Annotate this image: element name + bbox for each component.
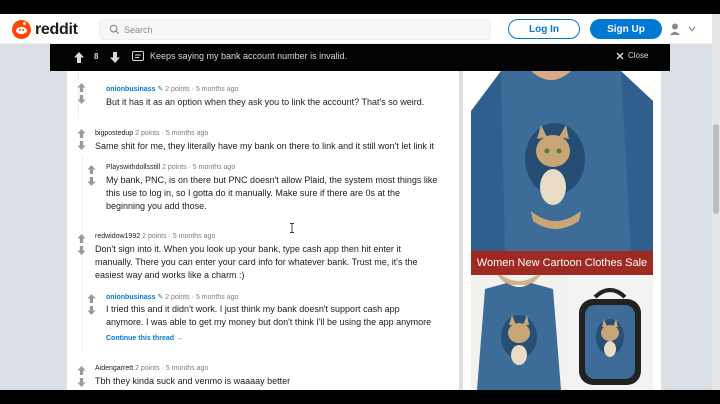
downvote-arrow-icon[interactable] [77, 246, 86, 255]
comment-text: manually. There you can enter your card … [95, 257, 418, 267]
comment-author[interactable]: Playswithdollsstill [106, 164, 160, 171]
comment-author[interactable]: onionbusinass [106, 86, 155, 93]
pencil-icon: ✎ [157, 86, 164, 93]
comment-points: 2 points [165, 86, 190, 93]
user-menu-dropdown[interactable] [668, 22, 698, 36]
upvote-arrow-icon[interactable] [77, 129, 86, 138]
text-cursor-icon [290, 223, 294, 233]
upvote-arrow-icon[interactable] [87, 165, 96, 174]
comment-time[interactable]: 5 months ago [196, 86, 238, 93]
comment-time[interactable]: 5 months ago [166, 365, 208, 372]
comment-text: this use to log in, so I gotta do it man… [106, 188, 400, 198]
search-bar[interactable] [99, 19, 491, 40]
comment: redwidow1992 2 points · 5 months ago Don… [77, 233, 457, 293]
downvote-arrow-icon[interactable] [110, 52, 120, 63]
close-label: Close [628, 51, 649, 60]
comment: Aidengarrett 2 points · 5 months ago Tbh… [77, 365, 457, 390]
comment-text: anymore. I was able to get my money but … [106, 317, 432, 327]
comment-text: Tbh they kinda suck and venmo is waaaay … [95, 376, 291, 386]
comment-time[interactable]: 5 months ago [166, 130, 208, 137]
upvote-arrow-icon[interactable] [87, 294, 96, 303]
comment-points: 2 points [142, 233, 167, 240]
comment-time[interactable]: 5 months ago [193, 164, 235, 171]
comment-time[interactable]: 5 months ago [196, 294, 238, 301]
search-icon [109, 24, 120, 35]
comments-panel: onionbusinass ✎ 2 points · 5 months ago … [67, 71, 459, 390]
comment-author[interactable]: onionbusinass [106, 294, 155, 301]
comment-points: 2 points [162, 164, 187, 171]
post-title: Keeps saying my bank account number is i… [150, 51, 348, 61]
comment-text: My bank, PNC, is on there but PNC doesn'… [106, 175, 438, 185]
page-scrollbar[interactable] [712, 14, 720, 390]
ad-image-tshirt[interactable] [471, 275, 567, 390]
close-icon [616, 52, 624, 59]
comment: onionbusinass ✎ 2 points · 5 months ago … [77, 71, 457, 111]
downvote-arrow-icon[interactable] [77, 95, 86, 104]
continue-thread-link[interactable]: Continue this thread → [106, 335, 183, 342]
close-button[interactable]: Close [616, 51, 648, 60]
comment: Playswithdollsstill 2 points · 5 months … [77, 164, 457, 224]
scrollbar-thumb[interactable] [713, 124, 719, 214]
post-vote-count: 8 [94, 52, 99, 61]
comment-author[interactable]: Aidengarrett [95, 365, 133, 372]
comment-text: Same shit for me, they literally have my… [95, 141, 434, 151]
comment-points: 2 points [135, 130, 160, 137]
comment: onionbusinass ✎ 2 points · 5 months ago … [77, 293, 457, 353]
text-post-icon [132, 51, 144, 61]
search-input[interactable] [124, 22, 484, 37]
comment-points: 2 points [165, 294, 190, 301]
upvote-arrow-icon[interactable] [77, 234, 86, 243]
comment-author[interactable]: redwidow1992 [95, 233, 140, 240]
upvote-arrow-icon[interactable] [77, 366, 86, 375]
comment-text: beginning you add those. [106, 201, 207, 211]
downvote-arrow-icon[interactable] [77, 141, 86, 150]
comment-time[interactable]: 5 months ago [173, 233, 215, 240]
downvote-arrow-icon[interactable] [87, 306, 96, 315]
comment-author[interactable]: bigpostedup [95, 130, 133, 137]
comment-points: 2 points [135, 365, 160, 372]
upvote-arrow-icon[interactable] [74, 52, 84, 63]
continue-thread-label: Continue this thread [106, 335, 175, 342]
ad-image-sweatshirt[interactable] [471, 71, 653, 251]
pencil-icon: ✎ [157, 294, 164, 301]
reddit-logo-icon[interactable] [12, 20, 31, 39]
sweatshirt-cat-illustration [471, 71, 653, 251]
comment-text: Don't sign into it. When you look up you… [95, 244, 401, 254]
top-header: reddit Log In Sign Up [0, 14, 720, 44]
page-viewport: reddit Log In Sign Up 8 [0, 14, 720, 390]
tshirt-cat-illustration [471, 275, 567, 390]
signup-button[interactable]: Sign Up [590, 19, 662, 39]
upvote-arrow-icon[interactable] [77, 83, 86, 92]
ad-image-backpack[interactable] [567, 275, 653, 390]
user-icon [670, 23, 696, 35]
comment: bigpostedup 2 points · 5 months ago Same… [77, 128, 457, 168]
reddit-wordmark[interactable]: reddit [35, 21, 78, 39]
login-button[interactable]: Log In [508, 19, 580, 39]
downvote-arrow-icon[interactable] [87, 177, 96, 186]
comment-text: I tried this and it didn't work. I just … [106, 304, 400, 314]
post-overlay-bar: 8 Keeps saying my bank account number is… [50, 44, 670, 71]
sidebar-advertisement[interactable]: Women New Cartoon Clothes Sale [463, 71, 661, 390]
backpack-cat-illustration [567, 275, 653, 390]
comment-text: But it has it as an option when they ask… [106, 97, 425, 107]
comment-text: easiest way and works like a charm :) [95, 270, 245, 280]
arrow-right-icon: → [176, 335, 184, 342]
ad-banner-text[interactable]: Women New Cartoon Clothes Sale [471, 251, 653, 275]
downvote-arrow-icon[interactable] [77, 378, 86, 387]
